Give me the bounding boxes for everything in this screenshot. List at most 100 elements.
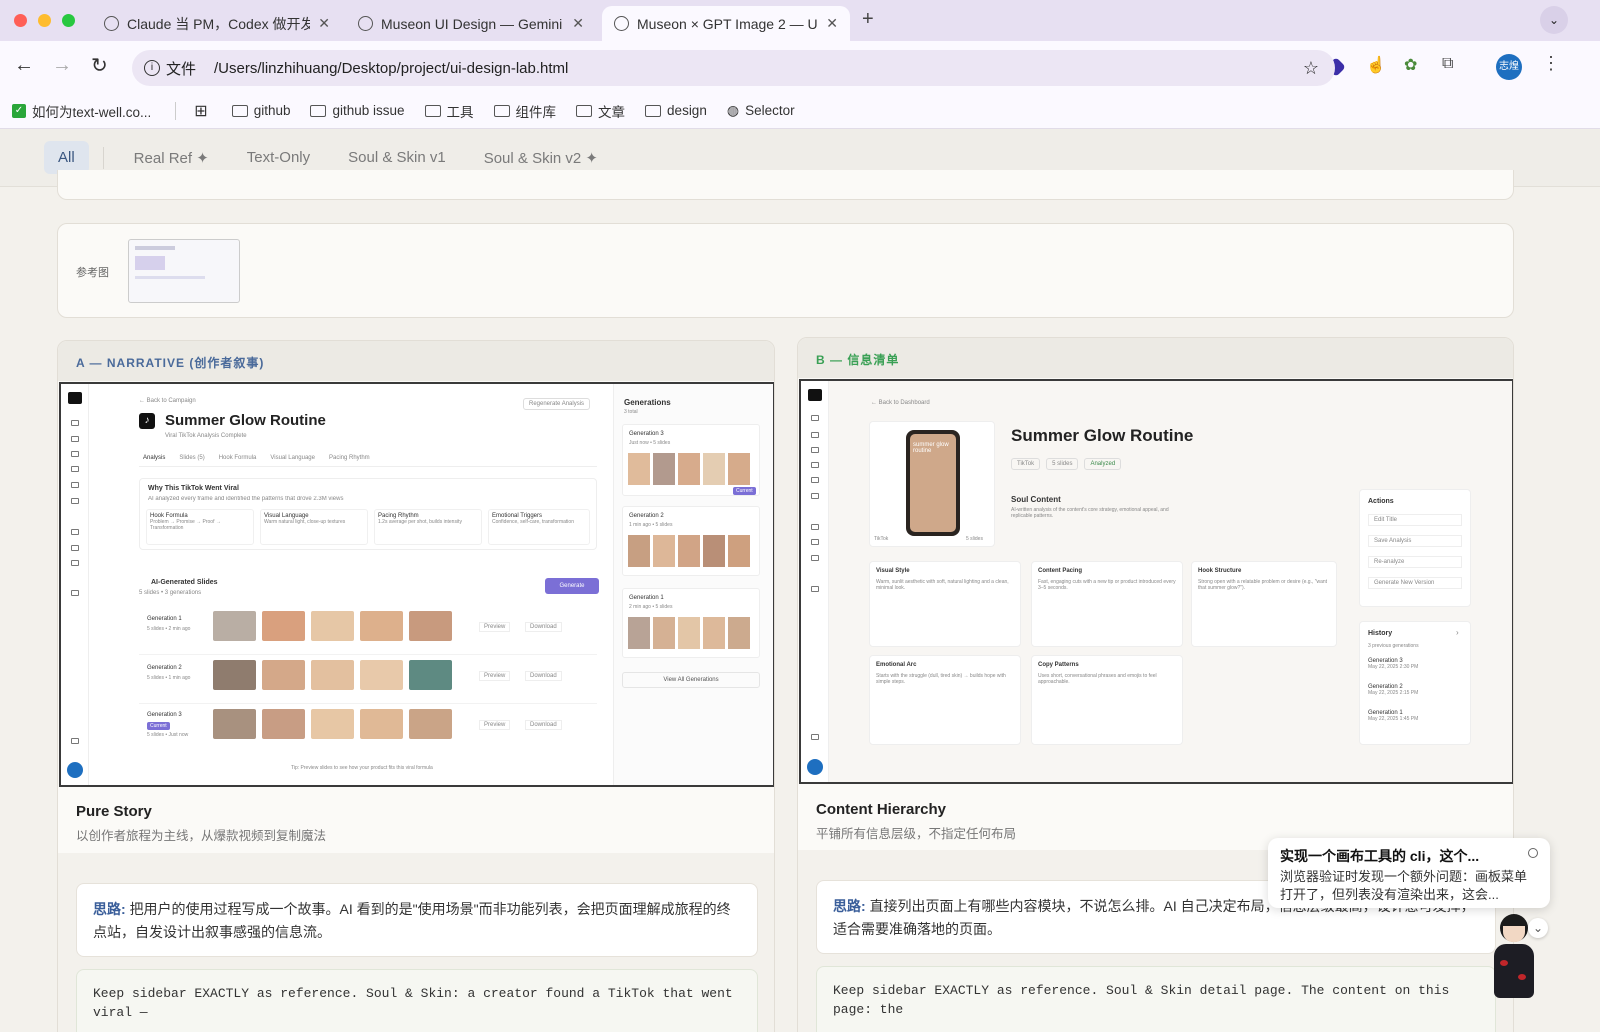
browser-tab[interactable]: Claude 当 PM，Codex 做开发 ✕: [92, 6, 342, 41]
mock-preview-button: Preview: [479, 671, 511, 681]
sidebar-layers-icon: [71, 466, 79, 472]
browser-tab-active[interactable]: Museon × GPT Image 2 — UI ✕: [602, 6, 850, 41]
mock-tabs: Analysis Slides (5) Hook Formula Visual …: [143, 455, 613, 461]
mock-generation-row: Generation 1 5 slides • 2 min ago Previe…: [139, 606, 597, 655]
extension-puzzle-color-icon[interactable]: ✿: [1404, 55, 1417, 75]
mock-soul-card-text: Strong open with a relatable problem or …: [1198, 579, 1328, 591]
mock-back-link: ← Back to Dashboard: [871, 400, 930, 406]
divider: [175, 101, 177, 120]
mock-action-item: Save Analysis: [1368, 535, 1462, 547]
bookmark-folder[interactable]: 组件库: [493, 101, 556, 121]
mock-preview-button: Preview: [479, 720, 511, 730]
close-tab-icon[interactable]: ✕: [572, 15, 584, 32]
thumb-block: [135, 256, 165, 270]
mock-soul-card: Copy Patterns Uses short, conversational…: [1031, 655, 1183, 745]
mock-thumbs: [213, 660, 458, 695]
variant-a-desc: 以创作者旅程为主线，从爆款视频到复制魔法: [76, 829, 327, 843]
mock-generate-button: Generate: [545, 578, 599, 594]
mock-gen-meta: Just now • 5 slides: [629, 440, 671, 446]
menu-kebab-icon[interactable]: ⋮: [1542, 53, 1560, 74]
bookmark-label: github: [253, 103, 291, 118]
slide-thumb: [678, 535, 700, 567]
profile-avatar[interactable]: 志煌: [1496, 54, 1522, 80]
reload-icon[interactable]: ↻: [91, 53, 108, 78]
close-tab-icon[interactable]: ✕: [318, 15, 330, 32]
bookmark-star-icon[interactable]: ☆: [1303, 58, 1319, 79]
mock-insight-card: Pacing Rhythm 1.2s average per shot, bui…: [374, 509, 482, 545]
mock-why-card: Why This TikTok Went Viral AI analyzed e…: [139, 478, 597, 550]
mock-row-name: Generation 2: [147, 665, 182, 671]
mock-history-title: History: [1368, 630, 1393, 637]
new-tab-button[interactable]: +: [862, 8, 874, 31]
variant-b-name: Content Hierarchy: [816, 801, 947, 818]
previous-card-edge: [57, 170, 1514, 200]
sidebar-send-icon: [71, 436, 79, 442]
bookmark-folder[interactable]: github issue: [310, 103, 405, 118]
mock-why-sub: AI analyzed every frame and identified t…: [148, 496, 344, 502]
reference-thumbnail[interactable]: [128, 239, 240, 303]
mock-phone-caption: TikTok: [874, 536, 889, 542]
url-text[interactable]: /Users/linzhihuang/Desktop/project/ui-de…: [214, 60, 568, 77]
bookmark-folder[interactable]: 文章: [576, 101, 625, 121]
variant-b-tag: B — 信息清单: [816, 353, 900, 367]
mock-gen-meta: 2 min ago • 5 slides: [629, 604, 673, 610]
mock-gen-name: Generation 3: [629, 431, 664, 437]
minimize-window-button[interactable]: [38, 14, 51, 27]
chevron-down-icon[interactable]: ⌄: [1528, 918, 1548, 938]
mock-phone-slides: 5 slides: [966, 536, 983, 542]
maximize-window-button[interactable]: [62, 14, 75, 27]
mock-thumbs: [213, 709, 458, 744]
address-bar[interactable]: i 文件 /Users/linzhihuang/Desktop/project/…: [132, 50, 1335, 86]
mock-soul-card: Hook Structure Strong open with a relata…: [1191, 561, 1337, 647]
sidebar-archive-icon: [71, 738, 79, 744]
bookmark-item[interactable]: ◍ Selector: [727, 102, 795, 119]
slide-thumb: [409, 660, 452, 690]
folder-icon: [310, 104, 327, 117]
bookmark-folder[interactable]: design: [645, 103, 707, 118]
mock-tab: Slides (5): [179, 455, 205, 461]
variant-b-screenshot: ← Back to Dashboard summer glow routine …: [799, 379, 1513, 784]
extensions-icon[interactable]: ⧉: [1442, 55, 1453, 73]
sidebar-layers-icon: [811, 462, 819, 468]
mock-download-button: Download: [525, 671, 562, 681]
sidebar-archive-icon: [811, 734, 819, 740]
mock-regenerate-button: Regenerate Analysis: [523, 398, 591, 410]
mock-tab: Analysis: [143, 455, 166, 461]
apps-grid-icon[interactable]: ⊞: [194, 101, 207, 121]
mock-back-label: Back to Dashboard: [878, 400, 930, 406]
bookmarks-bar: ✓ 如何为text-well.co... ⊞ github github iss…: [0, 93, 1600, 129]
sidebar-share-icon: [71, 451, 79, 457]
mock-soul-card: Content Pacing Fast, engaging cuts with …: [1031, 561, 1183, 647]
bookmark-folder[interactable]: github: [231, 103, 291, 118]
tab-search-button[interactable]: ⌄: [1540, 6, 1568, 34]
bookmark-label: 工具: [446, 104, 474, 120]
back-arrow-icon[interactable]: ←: [14, 54, 34, 77]
extension-hand-icon[interactable]: ☝: [1366, 55, 1386, 75]
browser-tab[interactable]: Museon UI Design — Gemini I ✕: [346, 6, 596, 41]
folder-icon: [424, 104, 441, 117]
slide-thumb: [360, 660, 403, 690]
sidebar-settings-icon: [71, 560, 79, 566]
close-window-button[interactable]: [14, 14, 27, 27]
mock-history-date: May 22, 2025 2:15 PM: [1368, 690, 1419, 696]
slide-thumb: [360, 611, 403, 641]
mock-chips: TikTok 5 slides Analyzed: [1011, 458, 1122, 470]
folder-icon: [645, 104, 662, 117]
variant-b-prompt: Keep sidebar EXACTLY as reference. Soul …: [816, 966, 1496, 1032]
mock-thumbs: [213, 611, 458, 646]
mock-insight-text: Warm natural light, close-up textures: [264, 519, 346, 525]
bookmark-label: github issue: [332, 103, 405, 118]
mascot-body: [1494, 944, 1534, 998]
variant-b-card: B — 信息清单 ← Back to Dashboard summer glow…: [797, 337, 1514, 1032]
current-badge: Current: [733, 487, 756, 495]
notification-toast[interactable]: 实现一个画布工具的 cli，这个... 浏览器验证时发现一个额外问题：画板菜单打…: [1268, 838, 1550, 908]
slide-thumb: [409, 709, 452, 739]
close-tab-icon[interactable]: ✕: [826, 15, 838, 32]
bookmark-folder[interactable]: 工具: [424, 101, 474, 121]
forward-arrow-icon[interactable]: →: [52, 54, 72, 77]
toast-body: 浏览器验证时发现一个额外问题：画板菜单打开了，但列表没有渲染出来，这会...: [1280, 869, 1528, 902]
mock-generation-rows: Generation 1 5 slides • 2 min ago Previe…: [139, 606, 597, 753]
mock-download-button: Download: [525, 622, 562, 632]
info-icon[interactable]: i: [144, 60, 160, 76]
bookmark-item[interactable]: ✓ 如何为text-well.co...: [12, 101, 151, 121]
